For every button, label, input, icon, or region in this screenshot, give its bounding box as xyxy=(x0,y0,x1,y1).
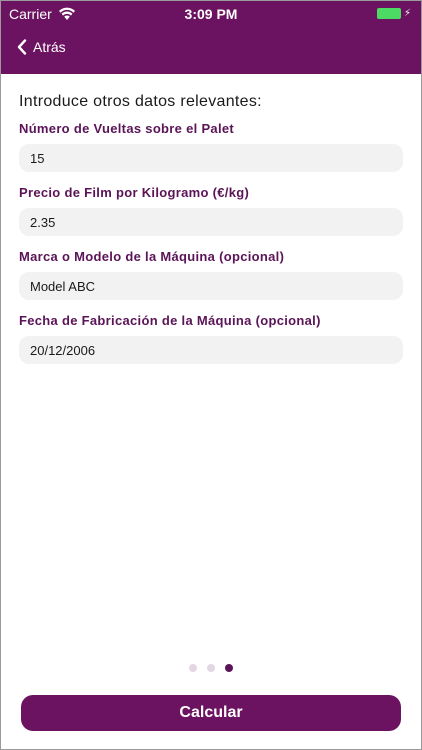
intro-text: Introduce otros datos relevantes: xyxy=(19,93,262,110)
turns-label: Número de Vueltas sobre el Palet xyxy=(19,121,235,136)
battery-indicator: ⚡ xyxy=(376,7,411,19)
film-price-field[interactable]: 2.35 xyxy=(19,208,403,236)
manufacture-date-field[interactable]: 20/12/2006 xyxy=(19,336,403,364)
calculate-button[interactable]: Calcular xyxy=(21,695,401,731)
page-dot[interactable] xyxy=(207,664,215,672)
battery-icon xyxy=(376,8,401,19)
app-screen: Carrier 3:09 PM ⚡ Atrás Introduce otros … xyxy=(0,0,422,750)
charge-icon: ⚡ xyxy=(403,7,411,19)
nav-header: Carrier 3:09 PM ⚡ Atrás xyxy=(1,1,421,74)
page-indicator[interactable] xyxy=(1,664,421,672)
status-bar: Carrier 3:09 PM ⚡ xyxy=(1,1,421,25)
page-dot-active[interactable] xyxy=(225,664,233,672)
machine-model-field[interactable]: Model ABC xyxy=(19,272,403,300)
status-time: 3:09 PM xyxy=(184,6,238,22)
machine-model-label: Marca o Modelo de la Máquina (opcional) xyxy=(19,249,285,264)
film-price-label: Precio de Film por Kilogramo (€/kg) xyxy=(19,185,250,200)
page-dot[interactable] xyxy=(189,664,197,672)
turns-field[interactable]: 15 xyxy=(19,144,403,172)
form-content: Introduce otros datos relevantes: Número… xyxy=(19,93,403,377)
chevron-left-icon xyxy=(17,39,27,55)
back-button[interactable]: Atrás xyxy=(17,39,66,55)
back-label: Atrás xyxy=(33,39,66,55)
manufacture-date-label: Fecha de Fabricación de la Máquina (opci… xyxy=(19,313,321,328)
